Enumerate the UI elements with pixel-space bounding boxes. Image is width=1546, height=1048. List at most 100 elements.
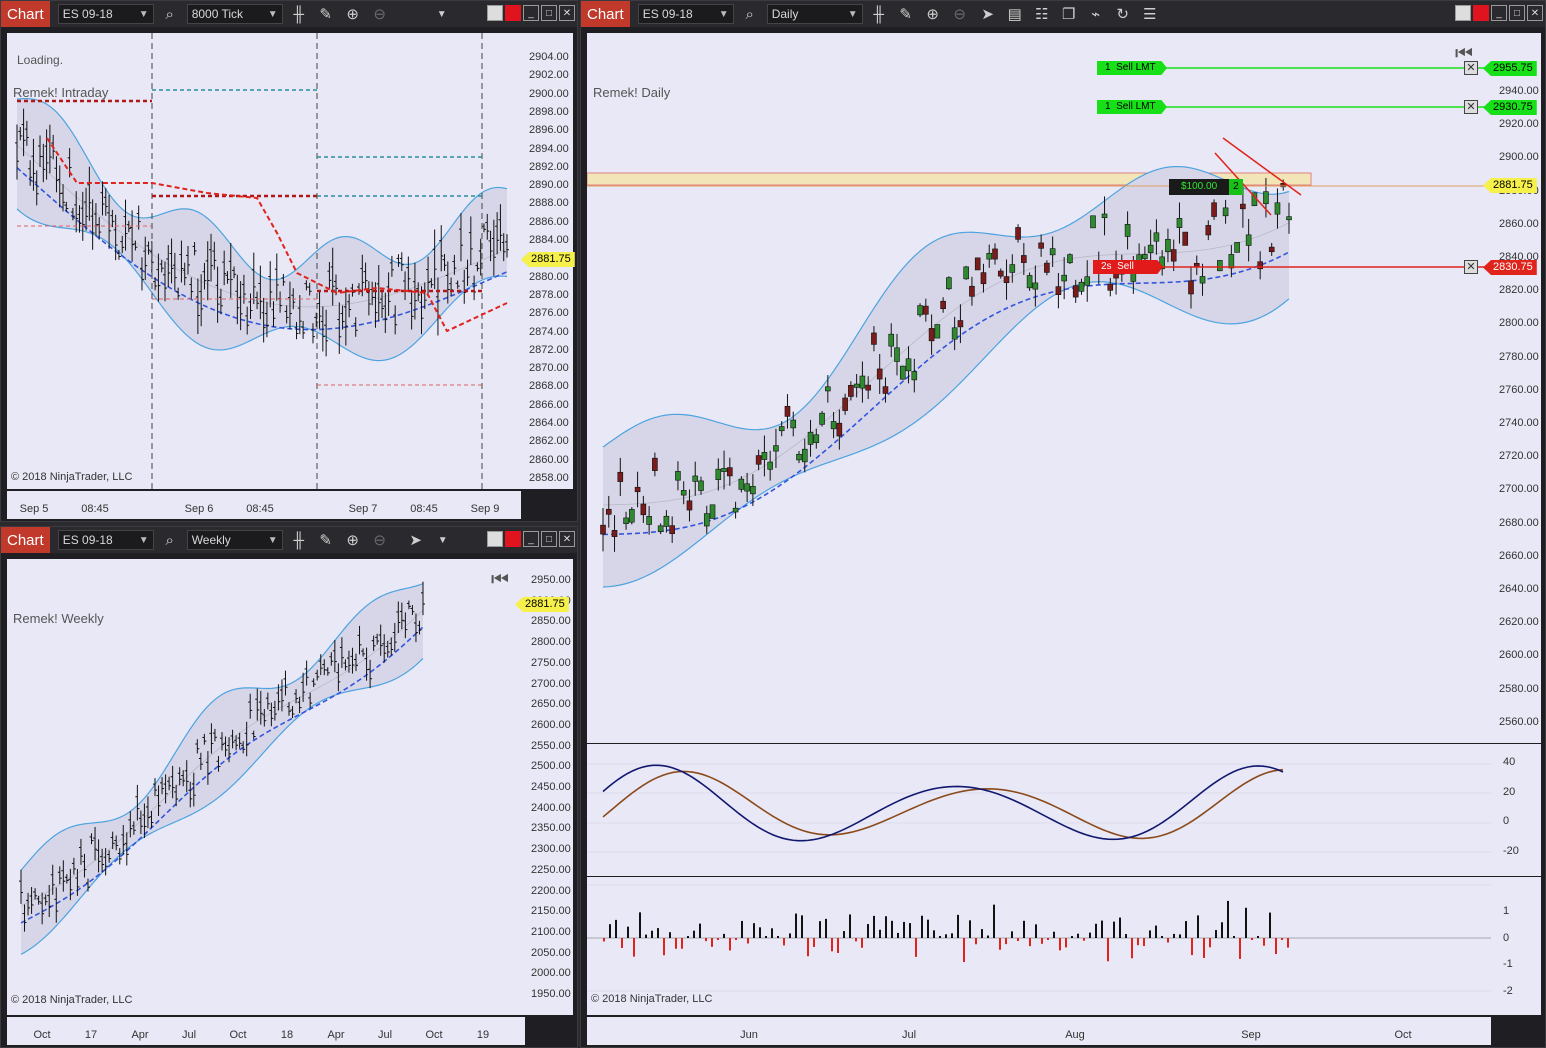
price-axis-tick: 2878.00 xyxy=(529,288,569,301)
position-qty: 2 xyxy=(1229,179,1243,195)
chart-tab[interactable]: Chart xyxy=(1,527,50,553)
dropdown-chevron-icon[interactable]: ▼ xyxy=(432,529,454,551)
oscillator-pane[interactable] xyxy=(587,744,1491,876)
pointer-icon[interactable]: ➤ xyxy=(405,529,427,551)
properties-icon[interactable]: ☷ xyxy=(1031,3,1053,25)
pointer-icon[interactable]: ➤ xyxy=(977,3,999,25)
weekly-price-axis[interactable]: 2950.002900.002850.002800.002750.002700.… xyxy=(515,559,573,1015)
cancel-order-button[interactable]: ✕ xyxy=(1464,61,1478,75)
close-button[interactable]: ✕ xyxy=(1527,5,1543,21)
data-box-icon[interactable]: ▤ xyxy=(1004,3,1026,25)
dropdown-chevron-icon[interactable]: ▼ xyxy=(431,3,453,25)
instrument-select[interactable]: ES 09-18 ▼ xyxy=(637,4,734,24)
bar-style-icon[interactable]: ╫ xyxy=(288,3,310,25)
maximize-button[interactable]: □ xyxy=(541,531,557,547)
daily-price-pane[interactable]: Remek! Daily ⏮ 1 Sell LMT ✕ 1 Sell LMT ✕ 2s … xyxy=(587,33,1491,743)
order-label[interactable]: 1 Sell LMT xyxy=(1097,61,1167,75)
intraday-price-axis[interactable]: 2904.00 2902.00 2900.00 2898.00 2896.00 2894.… xyxy=(521,33,575,489)
price-axis-tick: 2900.00 xyxy=(529,87,569,100)
search-icon[interactable]: ⌕ xyxy=(739,3,761,25)
bar-style-icon[interactable]: ╫ xyxy=(288,529,310,551)
scroll-to-end-icon[interactable]: ⏮ xyxy=(491,569,509,592)
candle-body xyxy=(600,524,606,535)
cancel-order-button[interactable]: ✕ xyxy=(1464,260,1478,274)
period-select[interactable]: Daily ▼ xyxy=(766,4,863,24)
candle-body xyxy=(1188,280,1194,295)
instrument-select[interactable]: ES 09-18 ▼ xyxy=(57,530,154,550)
price-axis-tick: 2200.00 xyxy=(531,884,571,897)
order-qty: 2s xyxy=(1101,261,1112,272)
minimize-button[interactable]: _ xyxy=(1491,5,1507,21)
order-label[interactable]: 2s Sell STP xyxy=(1093,260,1163,274)
link-button[interactable] xyxy=(487,5,503,21)
histogram-bar xyxy=(1215,930,1217,938)
close-button[interactable]: ✕ xyxy=(559,5,575,21)
bar-style-icon[interactable]: ╫ xyxy=(868,3,890,25)
color-button[interactable] xyxy=(1473,5,1489,21)
intraday-time-axis[interactable]: Sep 5 08:45 Sep 6 08:45 Sep 7 08:45 Sep 9 xyxy=(7,491,521,519)
histogram-bar xyxy=(819,921,821,938)
intraday-chart-window: Chart ES 09-18 ▼ ⌕ 8000 Tick ▼ ╫ ✎ ⊕ ⊖ ▼ _… xyxy=(0,0,578,522)
candle-body xyxy=(1101,213,1108,219)
list-icon[interactable]: ☰ xyxy=(1139,3,1161,25)
pencil-icon[interactable]: ✎ xyxy=(895,3,917,25)
cancel-order-button[interactable]: ✕ xyxy=(1464,100,1478,114)
instrument-select[interactable]: ES 09-18 ▼ xyxy=(57,4,154,24)
histogram-bar xyxy=(963,938,965,963)
candle-body xyxy=(761,452,768,460)
price-axis-tick: 2898.00 xyxy=(529,105,569,118)
templates-icon[interactable]: ❐ xyxy=(1058,3,1080,25)
candle-body xyxy=(917,305,923,316)
histogram-bar xyxy=(867,924,869,938)
price-axis-tick: 2896.00 xyxy=(529,124,569,137)
weekly-price-pane[interactable]: Remek! Weekly © 2018 NinjaTrader, LLC ⏮ xyxy=(7,559,525,1015)
price-axis-tick: 2868.00 xyxy=(529,380,569,393)
candle-body xyxy=(1165,238,1171,252)
weekly-time-axis[interactable]: Oct 17 Apr Jul Oct 18 Apr Jul Oct 19 xyxy=(7,1017,525,1045)
chart-tab[interactable]: Chart xyxy=(1,1,50,27)
zoom-in-icon[interactable]: ⊕ xyxy=(342,3,364,25)
minimize-button[interactable]: _ xyxy=(523,5,539,21)
histogram-axis[interactable]: 1 0 -1 -2 xyxy=(1491,877,1541,1015)
zoom-in-icon[interactable]: ⊕ xyxy=(342,529,364,551)
minimize-button[interactable]: _ xyxy=(523,531,539,547)
daily-price-axis[interactable]: 2940.002920.002900.002880.002860.002840.… xyxy=(1483,33,1541,743)
pencil-icon[interactable]: ✎ xyxy=(315,3,337,25)
histogram-bar xyxy=(1053,931,1055,938)
order-type: Sell LMT xyxy=(1116,62,1156,73)
period-select[interactable]: 8000 Tick ▼ xyxy=(186,4,283,24)
position-marker[interactable]: $100.00 2 xyxy=(1169,179,1243,195)
search-icon[interactable]: ⌕ xyxy=(159,529,181,551)
histogram-bar xyxy=(717,938,719,940)
pencil-icon[interactable]: ✎ xyxy=(315,529,337,551)
zoom-out-icon[interactable]: ⊖ xyxy=(949,3,971,25)
histogram-bar xyxy=(1023,920,1025,938)
color-button[interactable] xyxy=(505,531,521,547)
maximize-button[interactable]: □ xyxy=(1509,5,1525,21)
order-label[interactable]: 1 Sell LMT xyxy=(1097,100,1167,114)
reload-icon[interactable]: ↻ xyxy=(1112,3,1134,25)
chart-tab[interactable]: Chart xyxy=(581,1,630,27)
oscillator-canvas xyxy=(587,763,1491,853)
order-type: Sell LMT xyxy=(1116,101,1156,112)
intraday-price-pane[interactable]: Loading. Remek! Intraday © 2018 NinjaTra… xyxy=(7,33,521,489)
link-button[interactable] xyxy=(487,531,503,547)
maximize-button[interactable]: □ xyxy=(541,5,557,21)
link-button[interactable] xyxy=(1455,5,1471,21)
strategies-icon[interactable]: ⌁ xyxy=(1085,3,1107,25)
histogram-bar xyxy=(969,920,971,938)
candle-body xyxy=(755,455,762,465)
histogram-bar xyxy=(891,920,893,938)
search-icon[interactable]: ⌕ xyxy=(159,3,181,25)
color-button[interactable] xyxy=(505,5,521,21)
zoom-in-icon[interactable]: ⊕ xyxy=(922,3,944,25)
zoom-out-icon[interactable]: ⊖ xyxy=(369,529,391,551)
histogram-bar xyxy=(687,936,689,938)
order-qty: 1 xyxy=(1105,101,1111,112)
close-button[interactable]: ✕ xyxy=(559,531,575,547)
period-select[interactable]: Weekly ▼ xyxy=(186,530,283,550)
daily-time-axis[interactable]: Jun Jul Aug Sep Oct xyxy=(587,1017,1491,1045)
zoom-out-icon[interactable]: ⊖ xyxy=(369,3,391,25)
histogram-pane[interactable]: © 2018 NinjaTrader, LLC xyxy=(587,877,1491,1015)
oscillator-axis[interactable]: 40 20 0 -20 xyxy=(1491,744,1541,876)
